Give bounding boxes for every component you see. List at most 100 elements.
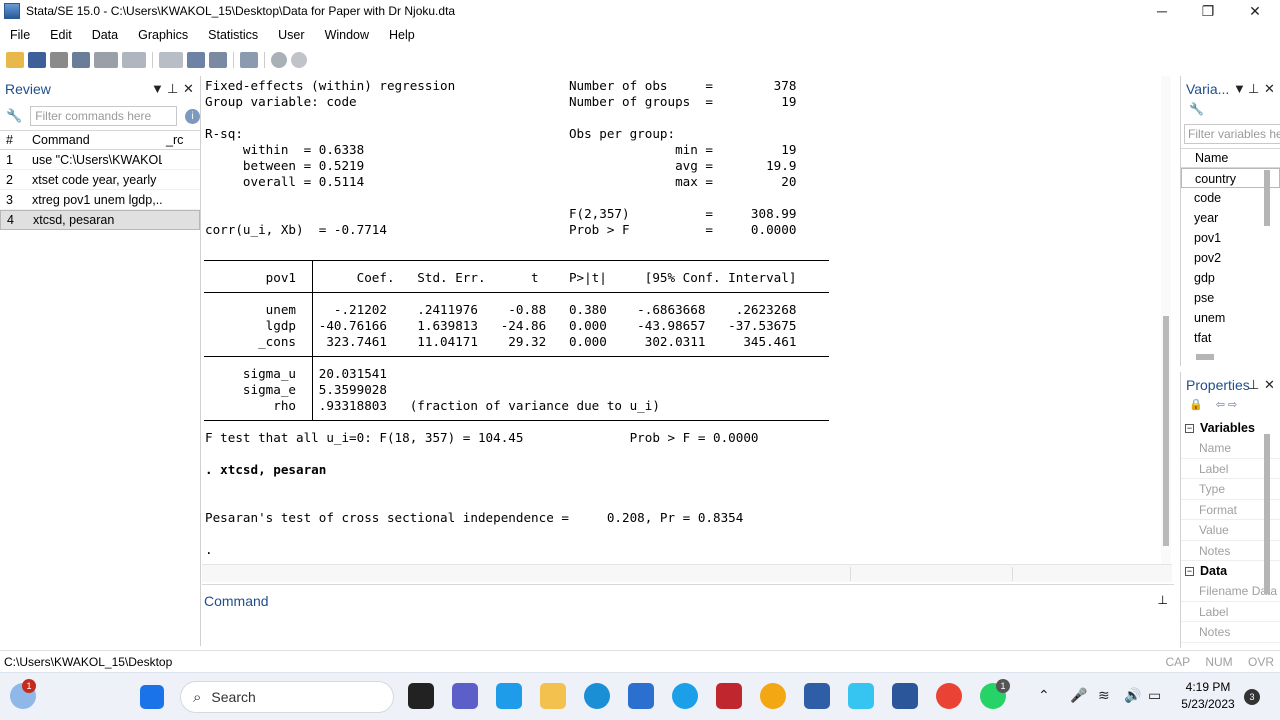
menu-file[interactable]: File: [0, 28, 40, 42]
close-icon[interactable]: ✕: [183, 81, 194, 97]
break-icon[interactable]: [291, 52, 307, 68]
chevron-up-icon[interactable]: ⌃: [1038, 687, 1050, 704]
review-row[interactable]: 2 xtset code year, yearly: [0, 170, 200, 190]
lock-icon[interactable]: 🔒: [1189, 399, 1203, 411]
save-icon[interactable]: [28, 52, 46, 68]
back-arrow-icon[interactable]: ⇦: [1216, 399, 1225, 411]
variable-item[interactable]: pov1: [1181, 228, 1280, 248]
property-row[interactable]: Notes: [1181, 622, 1280, 643]
variable-item[interactable]: pov2: [1181, 248, 1280, 268]
volume-icon[interactable]: 🔊: [1124, 687, 1141, 704]
info-icon[interactable]: i: [185, 108, 200, 124]
menu-graphics[interactable]: Graphics: [128, 28, 198, 42]
results-line: unem -.21202 .2411976 -0.88 0.380 -.6863…: [205, 302, 797, 317]
data-editor-icon[interactable]: [187, 52, 205, 68]
help-icon[interactable]: [672, 683, 698, 709]
viewer-icon[interactable]: [94, 52, 118, 68]
close-button[interactable]: ✕: [1232, 0, 1278, 22]
forward-arrow-icon[interactable]: ⇨: [1228, 399, 1237, 411]
pin-icon[interactable]: ⊥: [1248, 377, 1259, 393]
pin-icon[interactable]: ⊥: [167, 81, 178, 97]
myhp-icon[interactable]: [496, 683, 522, 709]
property-row[interactable]: Label: [1181, 602, 1280, 622]
column-num[interactable]: #: [0, 133, 28, 147]
ovr-indicator: OVR: [1247, 654, 1274, 669]
filter-icon[interactable]: ▼: [151, 81, 164, 96]
review-row-selected[interactable]: 4 xtcsd, pesaran: [0, 210, 200, 230]
column-command[interactable]: Command: [28, 133, 162, 147]
taskbar: 1 ⌕ Search 1 ⌃ 🎤 ≋ 🔊 ▭ 4:19 PM 5/23/2023…: [0, 672, 1280, 720]
variables-filter-input[interactable]: Filter variables he: [1184, 124, 1280, 144]
battery-icon[interactable]: ▭: [1148, 687, 1161, 704]
results-window[interactable]: Fixed-effects (within) regression Number…: [202, 76, 1172, 564]
stata-taskbar-icon[interactable]: [804, 683, 830, 709]
variable-item[interactable]: unem: [1181, 308, 1280, 328]
results-line: F test that all u_i=0: F(18, 357) = 104.…: [205, 430, 759, 445]
menu-statistics[interactable]: Statistics: [198, 28, 268, 42]
properties-toolbar: 🔒 ⇦ ⇨: [1181, 398, 1280, 418]
collapse-icon[interactable]: −: [1185, 423, 1194, 433]
file-explorer-icon[interactable]: [540, 683, 566, 709]
store-icon[interactable]: [628, 683, 654, 709]
notification-badge[interactable]: 3: [1244, 689, 1260, 705]
variables-hscroll-thumb[interactable]: [1196, 354, 1214, 360]
chrome-icon[interactable]: [936, 683, 962, 709]
command-panel[interactable]: Command ⊥: [202, 584, 1174, 646]
wifi-icon[interactable]: ≋: [1098, 687, 1110, 704]
collapse-icon[interactable]: −: [1185, 566, 1194, 576]
toolbar-separator: [233, 52, 234, 68]
review-row[interactable]: 1 use "C:\Users\KWAKOL...: [0, 150, 200, 170]
log-icon[interactable]: [72, 52, 90, 68]
variable-item[interactable]: gdp: [1181, 268, 1280, 288]
results-vertical-scrollbar[interactable]: [1161, 76, 1171, 564]
word-icon[interactable]: [892, 683, 918, 709]
menu-help[interactable]: Help: [379, 28, 425, 42]
graph-icon[interactable]: [122, 52, 146, 68]
do-file-editor-icon[interactable]: [159, 52, 183, 68]
menu-edit[interactable]: Edit: [40, 28, 82, 42]
status-bar: C:\Users\KWAKOL_15\Desktop CAP NUM OVR: [0, 650, 1280, 672]
wrench-icon[interactable]: 🔧: [1181, 102, 1280, 118]
more-icon[interactable]: [271, 52, 287, 68]
variable-item[interactable]: tfat: [1181, 328, 1280, 348]
review-filter-input[interactable]: Filter commands here: [30, 106, 178, 126]
pin-icon[interactable]: ⊥: [1158, 593, 1168, 607]
pin-icon[interactable]: ⊥: [1248, 81, 1259, 97]
mcafee-icon[interactable]: [716, 683, 742, 709]
variables-manager-icon[interactable]: [240, 52, 258, 68]
filter-icon[interactable]: ▼: [1233, 81, 1246, 96]
column-rc[interactable]: _rc: [162, 133, 192, 147]
variable-item[interactable]: pse: [1181, 288, 1280, 308]
menu-user[interactable]: User: [268, 28, 314, 42]
open-icon[interactable]: [6, 52, 24, 68]
close-icon[interactable]: ✕: [1264, 81, 1275, 97]
print-icon[interactable]: [50, 52, 68, 68]
windows-start-icon[interactable]: [140, 685, 164, 709]
menu-window[interactable]: Window: [315, 28, 379, 42]
variables-column-name[interactable]: Name: [1181, 148, 1280, 168]
file-explorer-dark-icon[interactable]: [408, 683, 434, 709]
review-row-num: 2: [6, 172, 13, 187]
taskbar-search[interactable]: ⌕ Search: [180, 681, 394, 713]
scroll-thumb[interactable]: [1163, 316, 1169, 546]
teams-icon[interactable]: [452, 683, 478, 709]
minimize-button[interactable]: ─: [1139, 0, 1185, 22]
close-icon[interactable]: ✕: [1264, 377, 1275, 393]
search-label: Search: [211, 689, 256, 705]
data-browser-icon[interactable]: [209, 52, 227, 68]
review-header: Review ▼ ⊥ ✕: [0, 76, 200, 102]
properties-scroll-thumb[interactable]: [1264, 434, 1270, 594]
slack-icon[interactable]: [848, 683, 874, 709]
restore-button[interactable]: ❐: [1185, 0, 1231, 22]
vpn-icon[interactable]: [760, 683, 786, 709]
edge-icon[interactable]: [584, 683, 610, 709]
wrench-icon[interactable]: 🔧: [6, 108, 22, 124]
taskbar-clock[interactable]: 4:19 PM 5/23/2023: [1176, 679, 1240, 713]
review-row[interactable]: 3 xtreg pov1 unem lgdp,...: [0, 190, 200, 210]
menu-data[interactable]: Data: [82, 28, 128, 42]
microphone-icon[interactable]: 🎤: [1070, 687, 1087, 704]
search-icon: ⌕: [193, 688, 202, 706]
variables-scroll-thumb[interactable]: [1264, 170, 1270, 226]
results-horizontal-scrollbar[interactable]: [202, 564, 1172, 582]
review-column-headers: # Command _rc: [0, 130, 200, 150]
